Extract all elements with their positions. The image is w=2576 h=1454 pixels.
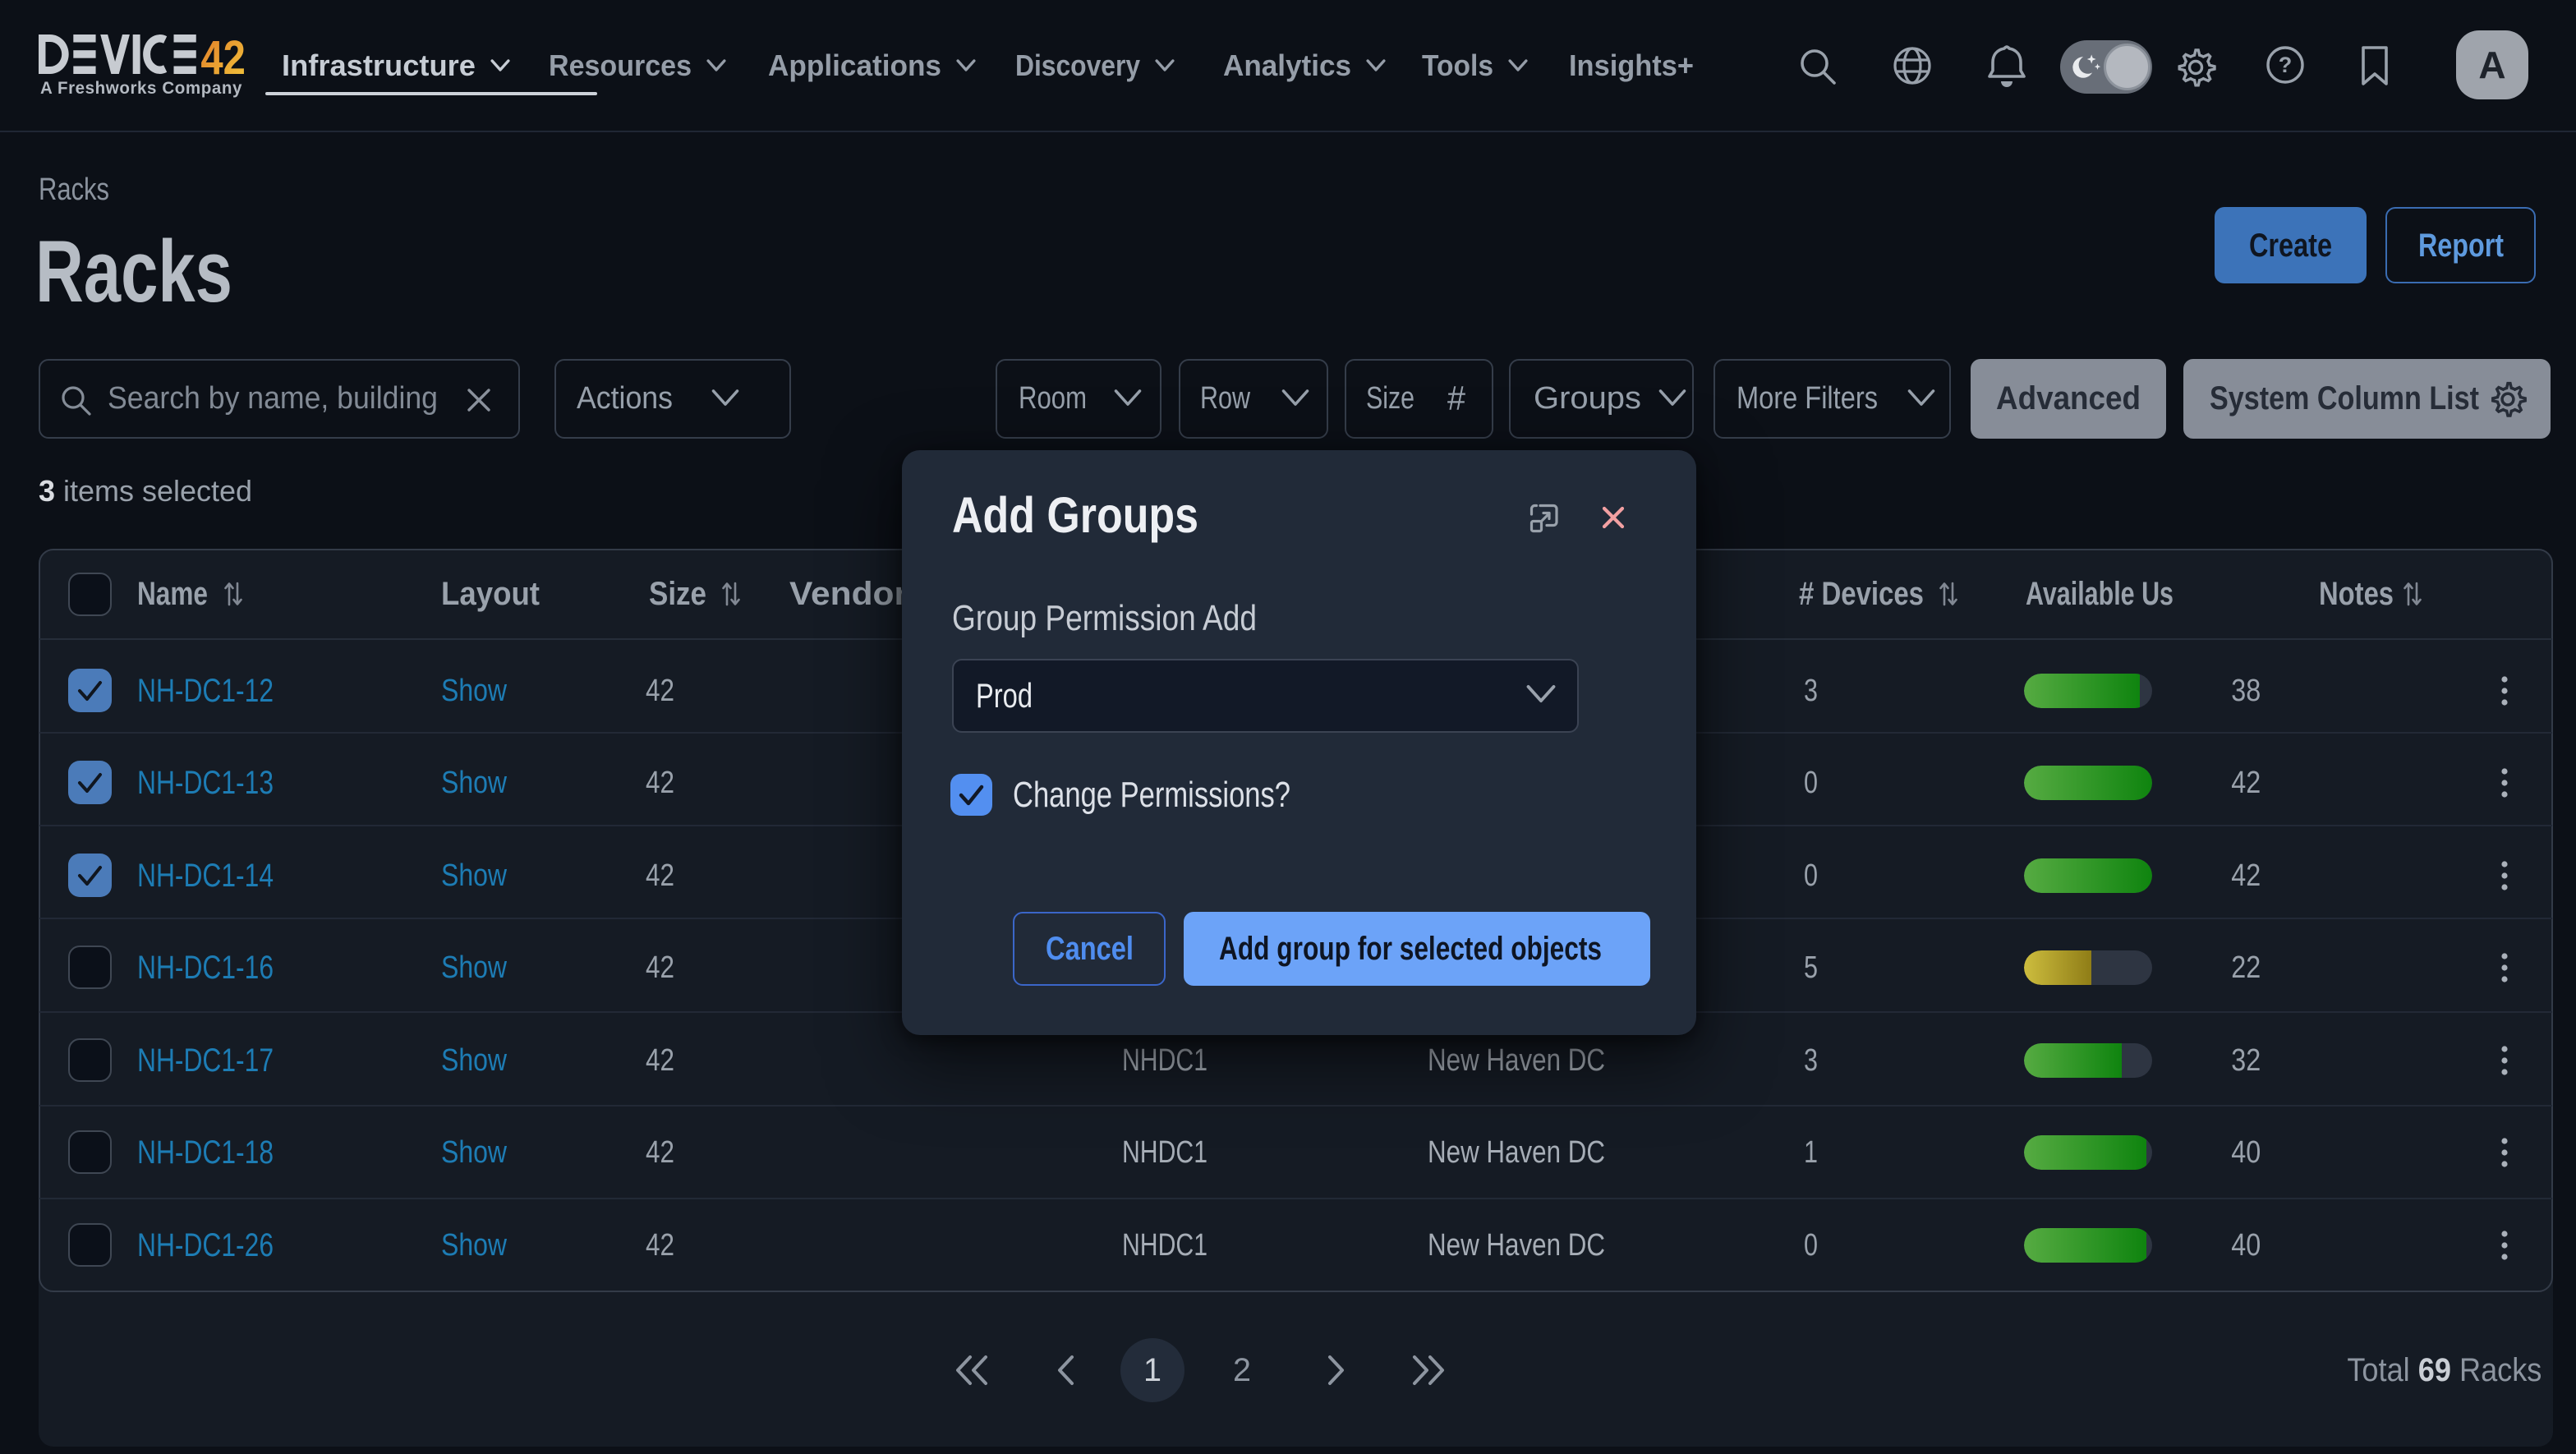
svg-text:?: ? (2279, 53, 2293, 77)
